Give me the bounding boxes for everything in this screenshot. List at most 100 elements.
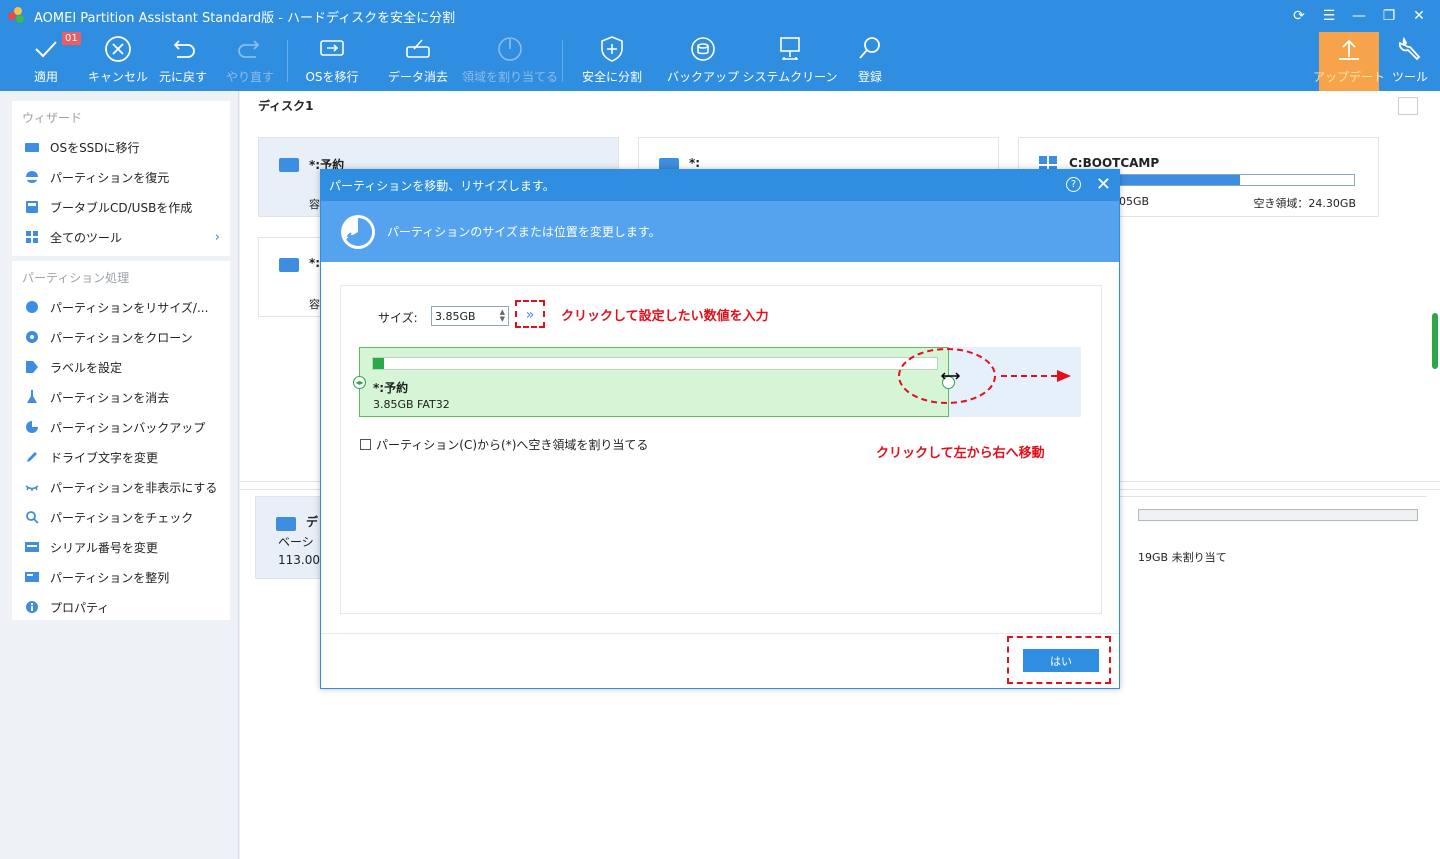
footer-divider <box>321 633 1119 634</box>
backup-icon <box>683 32 723 66</box>
tools-button[interactable]: ツール <box>1370 32 1440 91</box>
migrate-os-button[interactable]: OSを移行 <box>292 32 372 91</box>
op-change-letter[interactable]: ドライブ文字を変更 <box>12 442 230 472</box>
annotation-box-size <box>515 300 545 328</box>
disk-label: ディスク1 <box>258 99 314 113</box>
tag-icon <box>24 359 40 375</box>
left-panel: ウィザード OSをSSDに移行 パーティションを復元 ブータブルCD/USBを作… <box>0 91 239 859</box>
wizard-bootable-media[interactable]: ブータブルCD/USBを作成 <box>12 192 230 222</box>
view-toggle-icon[interactable] <box>1398 97 1418 115</box>
op-hide[interactable]: パーティションを非表示にする <box>12 472 230 502</box>
redo-button[interactable]: やり直す <box>210 32 290 91</box>
op-wipe[interactable]: パーティションを消去 <box>12 382 230 412</box>
op-align[interactable]: パーティションを整列 <box>12 562 230 592</box>
undo-icon <box>163 32 203 66</box>
resize-icon <box>24 299 40 315</box>
safe-split-button[interactable]: 安全に分割 <box>572 32 652 91</box>
partition-name: *:予約 <box>373 381 409 395</box>
dialog-title: パーティションを移動、リサイズします。 <box>329 179 555 193</box>
toolbar: 01 適用 キャンセル 元に戻す やり直す OSを移行 データ消去 領域を割り当… <box>0 32 1440 91</box>
bootable-media-icon <box>24 199 40 215</box>
allocate-space-icon <box>490 32 530 66</box>
refresh-icon[interactable]: ⟳ <box>1284 4 1314 28</box>
info-icon <box>24 599 40 615</box>
dialog-title-bar: パーティションを移動、リサイズします。 ? ✕ <box>321 170 1119 201</box>
unallocated-bar <box>1138 509 1418 521</box>
cancel-icon <box>98 32 138 66</box>
minimize-icon[interactable]: — <box>1344 4 1374 28</box>
checkbox-box[interactable] <box>360 439 371 450</box>
dialog-header: パーティションのサイズまたは位置を変更します。 <box>321 201 1119 262</box>
wizard-migrate-os-ssd[interactable]: OSをSSDに移行 <box>12 132 230 162</box>
top-bar: AOMEI Partition Assistant Standard版 - ハー… <box>0 0 1440 91</box>
check-magnifier-icon <box>24 509 40 525</box>
app-logo-icon <box>8 7 26 25</box>
scrollbar-thumb[interactable] <box>1432 313 1438 369</box>
size-input[interactable]: 3.85GB ▲ ▼ <box>431 306 509 326</box>
broom-icon <box>24 389 40 405</box>
shield-icon <box>592 32 632 66</box>
migrate-os-icon <box>312 32 352 66</box>
op-properties[interactable]: プロパティ <box>12 592 230 622</box>
partition-track: *:予約 3.85GB FAT32 ◂▸ <box>353 347 1081 417</box>
wizard-heading: ウィザード <box>22 111 83 125</box>
disk-migrate-icon <box>24 139 40 155</box>
partition-info: 3.85GB FAT32 <box>373 398 450 411</box>
size-spinner[interactable]: ▲ ▼ <box>500 309 505 323</box>
dialog-content: サイズ: 3.85GB ▲ ▼ » クリックして設定したい数値を入力 *:予約 3… <box>340 285 1102 614</box>
allocate-space-button[interactable]: 領域を割り当てる <box>462 32 558 91</box>
backup-pie-icon <box>24 419 40 435</box>
apply-button[interactable]: 01 適用 <box>6 32 86 91</box>
restore-icon <box>24 169 40 185</box>
wipe-data-button[interactable]: データ消去 <box>378 32 458 91</box>
eye-closed-icon <box>24 479 40 495</box>
partition-usage-bar <box>372 357 938 370</box>
wizard-restore-partition[interactable]: パーティションを復元 <box>12 162 230 192</box>
size-label: サイズ: <box>378 311 418 325</box>
op-check[interactable]: パーティションをチェック <box>12 502 230 532</box>
op-resize-move[interactable]: パーティションをリサイズ/... <box>12 292 230 322</box>
op-clone[interactable]: パーティションをクローン <box>12 322 230 352</box>
system-clean-icon <box>770 32 810 66</box>
chevron-right-icon: › <box>214 229 220 245</box>
drive-icon <box>279 158 299 172</box>
pencil-icon <box>24 449 40 465</box>
register-button[interactable]: 登録 <box>830 32 910 91</box>
close-icon[interactable]: ✕ <box>1404 4 1434 28</box>
clone-icon <box>24 329 40 345</box>
left-resize-handle[interactable]: ◂▸ <box>353 376 366 389</box>
close-icon[interactable]: ✕ <box>1096 174 1111 195</box>
help-icon[interactable]: ? <box>1066 177 1081 192</box>
update-icon <box>1329 32 1369 66</box>
unallocated-block[interactable]: 19GB 未割り当て <box>1118 497 1428 580</box>
wizard-all-tools[interactable]: 全てのツール › <box>12 222 230 252</box>
window-controls: ⟳ ☰ — ❐ ✕ <box>1284 4 1434 28</box>
toolbar-separator <box>562 40 563 82</box>
partition-ops-heading: パーティション処理 <box>22 271 130 285</box>
dialog-header-text: パーティションのサイズまたは位置を変更します。 <box>387 225 661 239</box>
op-backup[interactable]: パーティションバックアップ <box>12 412 230 442</box>
allocate-free-space-checkbox[interactable]: パーティション(C)から(*)へ空き領域を割り当てる <box>360 436 648 453</box>
serial-icon <box>24 539 40 555</box>
grid-icon <box>24 229 40 245</box>
op-set-label[interactable]: ラベルを設定 <box>12 352 230 382</box>
partition-block[interactable]: *:予約 3.85GB FAT32 ◂▸ <box>353 347 955 417</box>
title-bar: AOMEI Partition Assistant Standard版 - ハー… <box>0 0 1440 32</box>
system-clean-button[interactable]: システムクリーン <box>742 32 838 91</box>
ok-button[interactable]: はい <box>1023 649 1099 672</box>
partition-ops-panel: パーティション処理 パーティションをリサイズ/... パーティションをクローン … <box>12 261 230 620</box>
drive-icon <box>279 258 299 272</box>
resize-move-dialog: パーティションを移動、リサイズします。 ? ✕ パーティションのサイズまたは位置… <box>320 169 1120 689</box>
maximize-icon[interactable]: ❐ <box>1374 4 1404 28</box>
backup-button[interactable]: バックアップ <box>663 32 743 91</box>
disk-icon <box>276 517 296 531</box>
wizard-panel: ウィザード OSをSSDに移行 パーティションを復元 ブータブルCD/USBを作… <box>12 101 230 256</box>
toolbar-separator <box>287 40 288 82</box>
check-icon <box>26 32 66 66</box>
redo-icon <box>230 32 270 66</box>
op-serial-number[interactable]: シリアル番号を変更 <box>12 532 230 562</box>
menu-icon[interactable]: ☰ <box>1314 4 1344 28</box>
window-title: AOMEI Partition Assistant Standard版 - ハー… <box>34 10 456 26</box>
search-icon <box>850 32 890 66</box>
wrench-icon <box>1390 32 1430 66</box>
